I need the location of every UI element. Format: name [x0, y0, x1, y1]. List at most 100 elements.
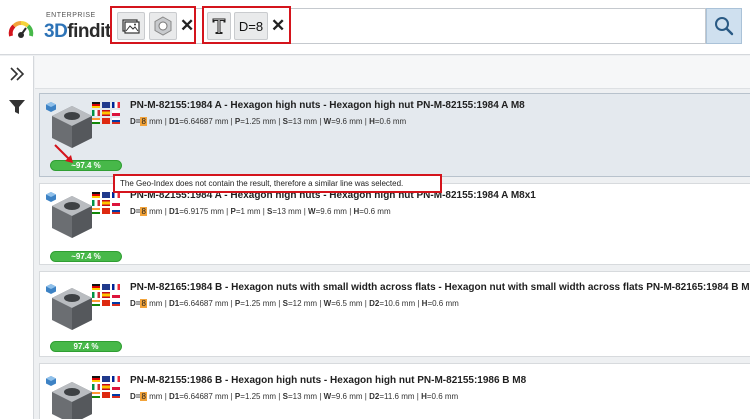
param-d: D=8 mm: [130, 207, 162, 216]
param-d: D=8 mm: [130, 392, 162, 401]
param-unit: mm: [346, 299, 363, 308]
param-unit: mm: [398, 392, 415, 401]
param-unit: mm: [442, 392, 459, 401]
remove-text-search-close-icon[interactable]: ✕: [271, 17, 285, 34]
flag-icon: [92, 200, 100, 206]
part-params: D=8 mm | D1=6.9175 mm | P=1 mm | S=13 mm…: [130, 207, 391, 216]
logo-gauge-icon: [8, 21, 34, 38]
param-key: D=: [130, 207, 141, 216]
param-key: D2: [369, 392, 380, 401]
flag-icon: [102, 392, 110, 398]
part-title[interactable]: PN-M-82165:1984 B - Hexagon nuts with sm…: [130, 282, 750, 293]
param-h: H=0.6 mm: [422, 299, 459, 308]
filter-value-label: D=8: [238, 18, 264, 34]
param-unit: mm: [301, 117, 318, 126]
flag-icon: [112, 102, 120, 108]
double-chevron-right-icon[interactable]: [8, 65, 26, 83]
param-value: =9.6: [315, 207, 332, 216]
flag-icon: [112, 384, 120, 390]
param-key: D=: [130, 117, 141, 126]
param-p: P=1.25 mm: [235, 392, 276, 401]
filter-icon[interactable]: [8, 98, 26, 116]
flag-icon: [102, 292, 110, 298]
flag-icon: [92, 102, 100, 108]
text-search-icon: [212, 18, 226, 34]
geometry-search-chip[interactable]: [149, 12, 177, 40]
param-s: S=12 mm: [283, 299, 317, 308]
param-unit: mm: [260, 392, 277, 401]
param-unit: mm: [146, 207, 163, 216]
param-key: D=: [130, 299, 141, 308]
cube-icon: [46, 376, 56, 386]
param-value: =6.5: [331, 299, 347, 308]
result-card[interactable]: PN-M-82155:1986 B - Hexagon high nuts - …: [39, 363, 750, 419]
param-unit: mm: [346, 392, 363, 401]
param-d2: D2=11.6 mm: [369, 392, 414, 401]
param-value: =13: [287, 117, 302, 126]
param-p: P=1.25 mm: [235, 117, 276, 126]
param-w: W=9.6 mm: [308, 207, 347, 216]
match-percentage-badge: 97.4 %: [50, 341, 122, 352]
flag-icon: [102, 192, 110, 198]
param-d: D=8 mm: [130, 299, 162, 308]
param-value: =0.6: [426, 392, 443, 401]
flag-icon: [92, 192, 100, 198]
logo-enterprise-label: ENTERPRISE: [46, 12, 96, 19]
flag-icon: [92, 300, 100, 306]
image-search-chip[interactable]: [117, 12, 145, 40]
param-unit: mm: [208, 207, 224, 216]
flag-icon: [92, 284, 100, 290]
param-d1: D1=6.64687 mm: [169, 299, 228, 308]
flag-icon: [112, 110, 120, 116]
param-s: S=13 mm: [267, 207, 301, 216]
part-params: D=8 mm | D1=6.64687 mm | P=1.25 mm | S=1…: [130, 392, 458, 401]
logo-brand-prefix: 3D: [44, 21, 68, 42]
param-value: =0.6: [374, 117, 391, 126]
filter-value-chip[interactable]: D=8: [234, 12, 268, 40]
result-card[interactable]: PN-M-82155:1984 A - Hexagon high nuts - …: [39, 93, 750, 177]
text-search-chip[interactable]: [207, 12, 231, 40]
left-rail: [0, 56, 34, 419]
flag-icon: [102, 384, 110, 390]
param-key: W: [308, 207, 316, 216]
param-key: D=: [130, 392, 141, 401]
param-unit: mm: [346, 117, 363, 126]
param-unit: mm: [146, 117, 163, 126]
param-unit: mm: [301, 392, 318, 401]
param-w: W=9.6 mm: [324, 392, 363, 401]
param-value: =0.6: [427, 299, 444, 308]
remove-geometric-search-close-icon[interactable]: ✕: [180, 17, 194, 34]
param-unit: mm: [331, 207, 347, 216]
param-p: P=1.25 mm: [235, 299, 276, 308]
annotation-arrow-icon: [54, 144, 73, 163]
param-unit: mm: [244, 207, 261, 216]
flag-icon: [92, 110, 100, 116]
search-bar[interactable]: [110, 8, 706, 44]
search-button[interactable]: [706, 8, 742, 44]
flag-icon: [112, 292, 120, 298]
result-card[interactable]: PN-M-82155:1984 A - Hexagon high nuts - …: [39, 183, 750, 265]
param-unit: mm: [260, 299, 277, 308]
param-value: =6.9175: [179, 207, 209, 216]
param-value: =9.6: [331, 392, 347, 401]
flag-icon: [102, 200, 110, 206]
flag-icon: [92, 384, 100, 390]
param-s: S=13 mm: [283, 117, 317, 126]
param-unit: mm: [146, 299, 163, 308]
flag-icon: [92, 292, 100, 298]
result-card[interactable]: PN-M-82165:1984 B - Hexagon nuts with sm…: [39, 271, 750, 357]
param-d1: D1=6.64687 mm: [169, 117, 228, 126]
geo-index-tooltip: The Geo-Index does not contain the resul…: [113, 174, 442, 193]
param-value: =1: [235, 207, 245, 216]
flag-icon: [102, 110, 110, 116]
flag-icon: [92, 376, 100, 382]
toolbar-strip: [35, 56, 750, 89]
param-d: D=8 mm: [130, 117, 162, 126]
param-value: =13: [272, 207, 286, 216]
param-value: =6.64687: [179, 392, 213, 401]
part-title[interactable]: PN-M-82155:1984 A - Hexagon high nuts - …: [130, 100, 525, 111]
cube-icon: [46, 284, 56, 294]
flag-icon: [92, 208, 100, 214]
search-icon: [715, 17, 734, 36]
part-title[interactable]: PN-M-82155:1986 B - Hexagon high nuts - …: [130, 375, 526, 386]
